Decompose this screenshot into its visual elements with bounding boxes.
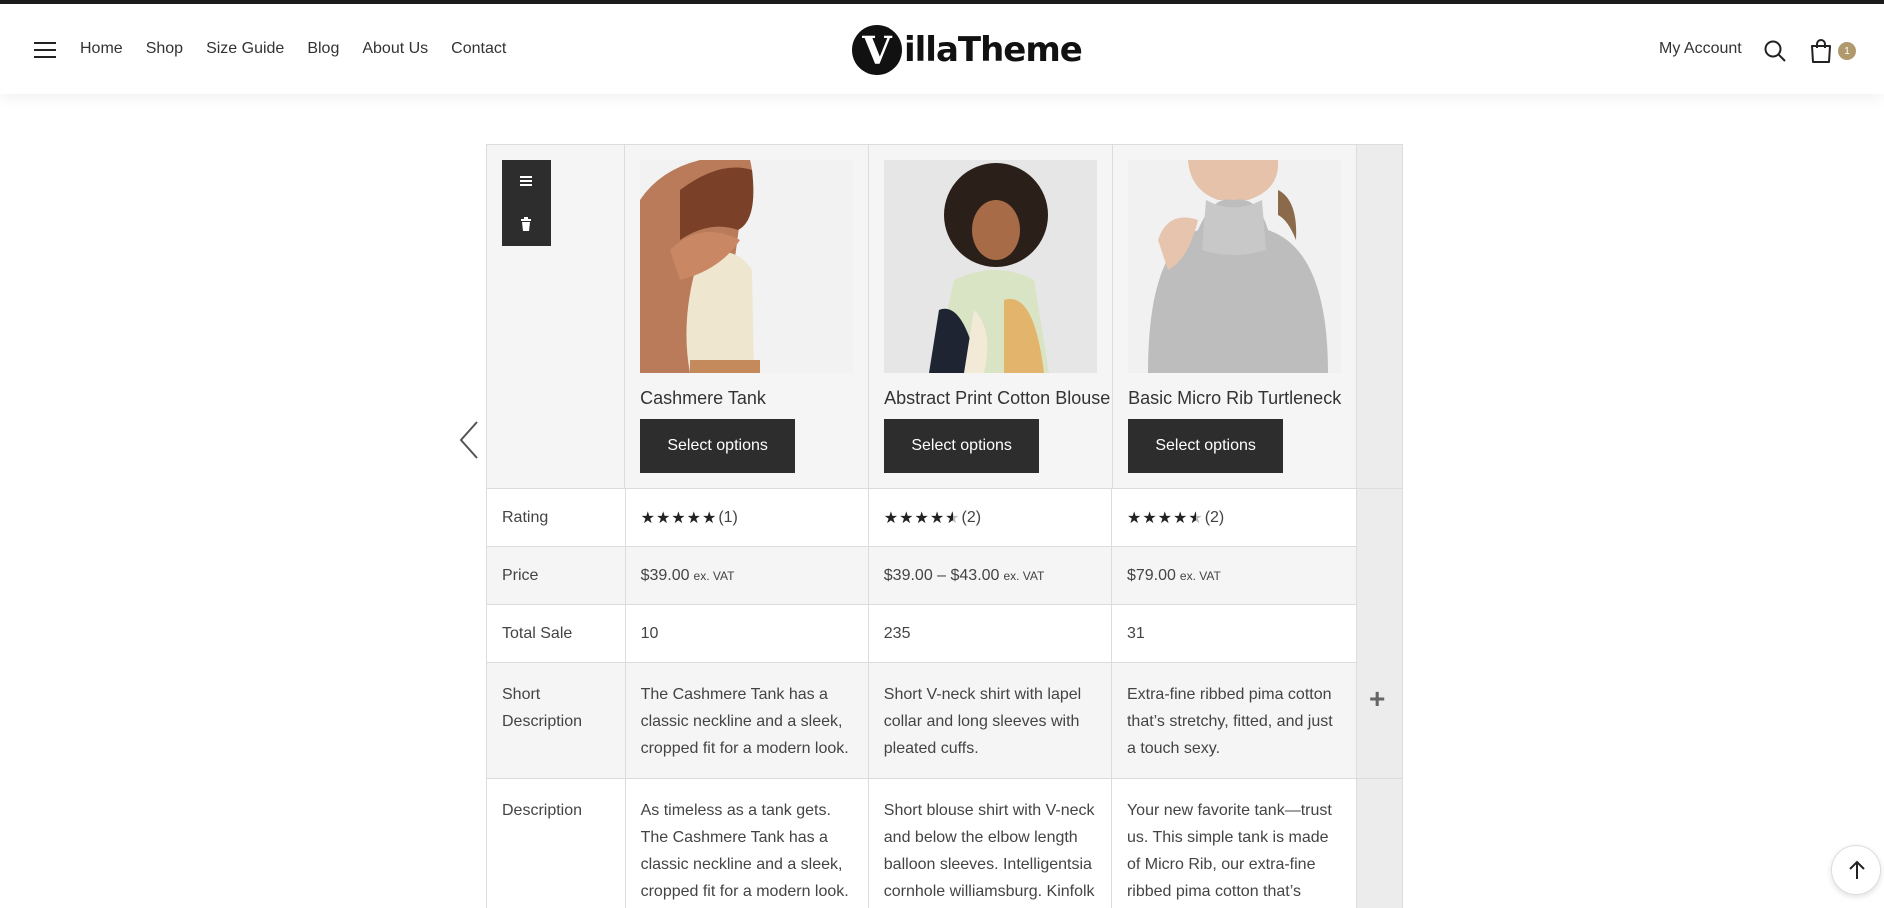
total-sale-cell: 31 — [1112, 604, 1358, 663]
nav-home[interactable]: Home — [80, 38, 123, 60]
add-product-plus-icon[interactable]: + — [1369, 683, 1385, 715]
total-sale-cell: 10 — [626, 604, 869, 663]
logo-mark: V — [852, 25, 902, 75]
total-sale-cell: 235 — [869, 604, 1112, 663]
short-description-cell: Extra-fine ribbed pima cotton that’s str… — [1112, 663, 1358, 778]
compare-header-row: Cashmere Tank Select options Abstract Pr… — [487, 145, 1403, 489]
price-cell: $39.00 ex. VAT — [626, 546, 869, 605]
product-image[interactable] — [640, 160, 854, 373]
price-cell: $39.00 – $43.00 ex. VAT — [869, 546, 1112, 605]
short-description-cell: Short V-neck shirt with lapel collar and… — [869, 663, 1112, 778]
nav-shop[interactable]: Shop — [146, 38, 183, 60]
main-nav: Home Shop Size Guide Blog About Us Conta… — [80, 38, 506, 60]
price-value: $39.00 – $43.00 — [883, 566, 1000, 584]
product-name[interactable]: Basic Micro Rib Turtleneck — [1128, 386, 1341, 410]
row-label: Total Sale — [487, 604, 626, 663]
product-column-2: Abstract Print Cotton Blouse Select opti… — [869, 145, 1114, 488]
row-label: Rating — [487, 488, 626, 547]
description-cell: Your new favorite tank—trust us. This si… — [1112, 779, 1358, 908]
search-icon[interactable] — [1763, 39, 1787, 63]
add-product-column[interactable] — [1357, 604, 1402, 663]
add-product-column[interactable] — [1357, 546, 1402, 605]
select-options-button[interactable]: Select options — [640, 419, 796, 473]
description-row: Description As timeless as a tank gets. … — [487, 779, 1402, 908]
rating-count: (2) — [1204, 508, 1225, 526]
price-value: $39.00 — [640, 566, 690, 584]
product-column-1: Cashmere Tank Select options — [625, 145, 870, 488]
rating-count: (2) — [961, 508, 982, 526]
star-rating: ★★★★★ — [1127, 508, 1204, 528]
short-description-cell: The Cashmere Tank has a classic neckline… — [626, 663, 869, 778]
select-options-button[interactable]: Select options — [884, 419, 1040, 473]
product-column-3: Basic Micro Rib Turtleneck Select option… — [1113, 145, 1358, 488]
product-image[interactable] — [884, 160, 1098, 373]
description-cell: As timeless as a tank gets. The Cashmere… — [626, 779, 869, 908]
rating-count: (1) — [718, 508, 738, 526]
rating-cell: ★★★★★(2) — [1112, 488, 1358, 547]
vat-label: ex. VAT — [1003, 568, 1045, 583]
total-sale-row: Total Sale 10 235 31 — [487, 604, 1402, 663]
product-image[interactable] — [1128, 160, 1342, 373]
vat-label: ex. VAT — [1179, 568, 1221, 583]
vat-label: ex. VAT — [693, 568, 735, 583]
add-product-column[interactable] — [1357, 663, 1402, 778]
cart-icon[interactable] — [1809, 38, 1835, 64]
nav-contact[interactable]: Contact — [451, 38, 506, 60]
rating-cell: ★★★★★(2) — [869, 488, 1112, 547]
clear-compare-button[interactable] — [502, 203, 551, 246]
my-account-link[interactable]: My Account — [1659, 38, 1742, 60]
list-view-button[interactable] — [502, 160, 551, 203]
back-to-top-button[interactable] — [1831, 845, 1881, 895]
product-name[interactable]: Cashmere Tank — [640, 386, 853, 410]
compare-tools-cell — [487, 145, 626, 488]
row-label: Price — [487, 546, 626, 605]
description-cell: Short blouse shirt with V-neck and below… — [869, 779, 1112, 908]
star-rating: ★★★★★ — [640, 509, 718, 527]
site-logo[interactable]: V illaTheme — [852, 22, 1083, 78]
product-name[interactable]: Abstract Print Cotton Blouse — [884, 386, 1110, 410]
short-description-row: Short Description The Cashmere Tank has … — [487, 663, 1402, 779]
nav-blog[interactable]: Blog — [307, 38, 339, 60]
row-label: Description — [487, 779, 626, 908]
nav-size-guide[interactable]: Size Guide — [206, 38, 284, 60]
add-product-column[interactable] — [1357, 145, 1403, 488]
price-cell: $79.00 ex. VAT — [1112, 546, 1358, 605]
add-product-column[interactable] — [1357, 779, 1402, 908]
row-label: Short Description — [487, 663, 626, 778]
compare-table: Cashmere Tank Select options Abstract Pr… — [486, 144, 1403, 908]
select-options-button[interactable]: Select options — [1128, 419, 1284, 473]
price-row: Price $39.00 ex. VAT $39.00 – $43.00 ex. V… — [487, 546, 1402, 605]
rating-row: Rating ★★★★★(1) ★★★★★(2) ★★★★★(2) — [487, 488, 1402, 547]
menu-icon[interactable] — [34, 42, 56, 58]
logo-text: illaTheme — [904, 30, 1083, 70]
star-rating: ★★★★★ — [884, 508, 961, 528]
site-header: Home Shop Size Guide Blog About Us Conta… — [0, 4, 1884, 94]
rating-cell: ★★★★★ (1) — [626, 488, 869, 547]
nav-about-us[interactable]: About Us — [362, 38, 428, 60]
add-product-column[interactable] — [1357, 488, 1402, 547]
prev-arrow-icon[interactable] — [455, 418, 485, 462]
arrow-up-icon — [1849, 860, 1865, 879]
price-value: $79.00 — [1126, 566, 1176, 584]
cart-count-badge: 1 — [1838, 42, 1856, 60]
